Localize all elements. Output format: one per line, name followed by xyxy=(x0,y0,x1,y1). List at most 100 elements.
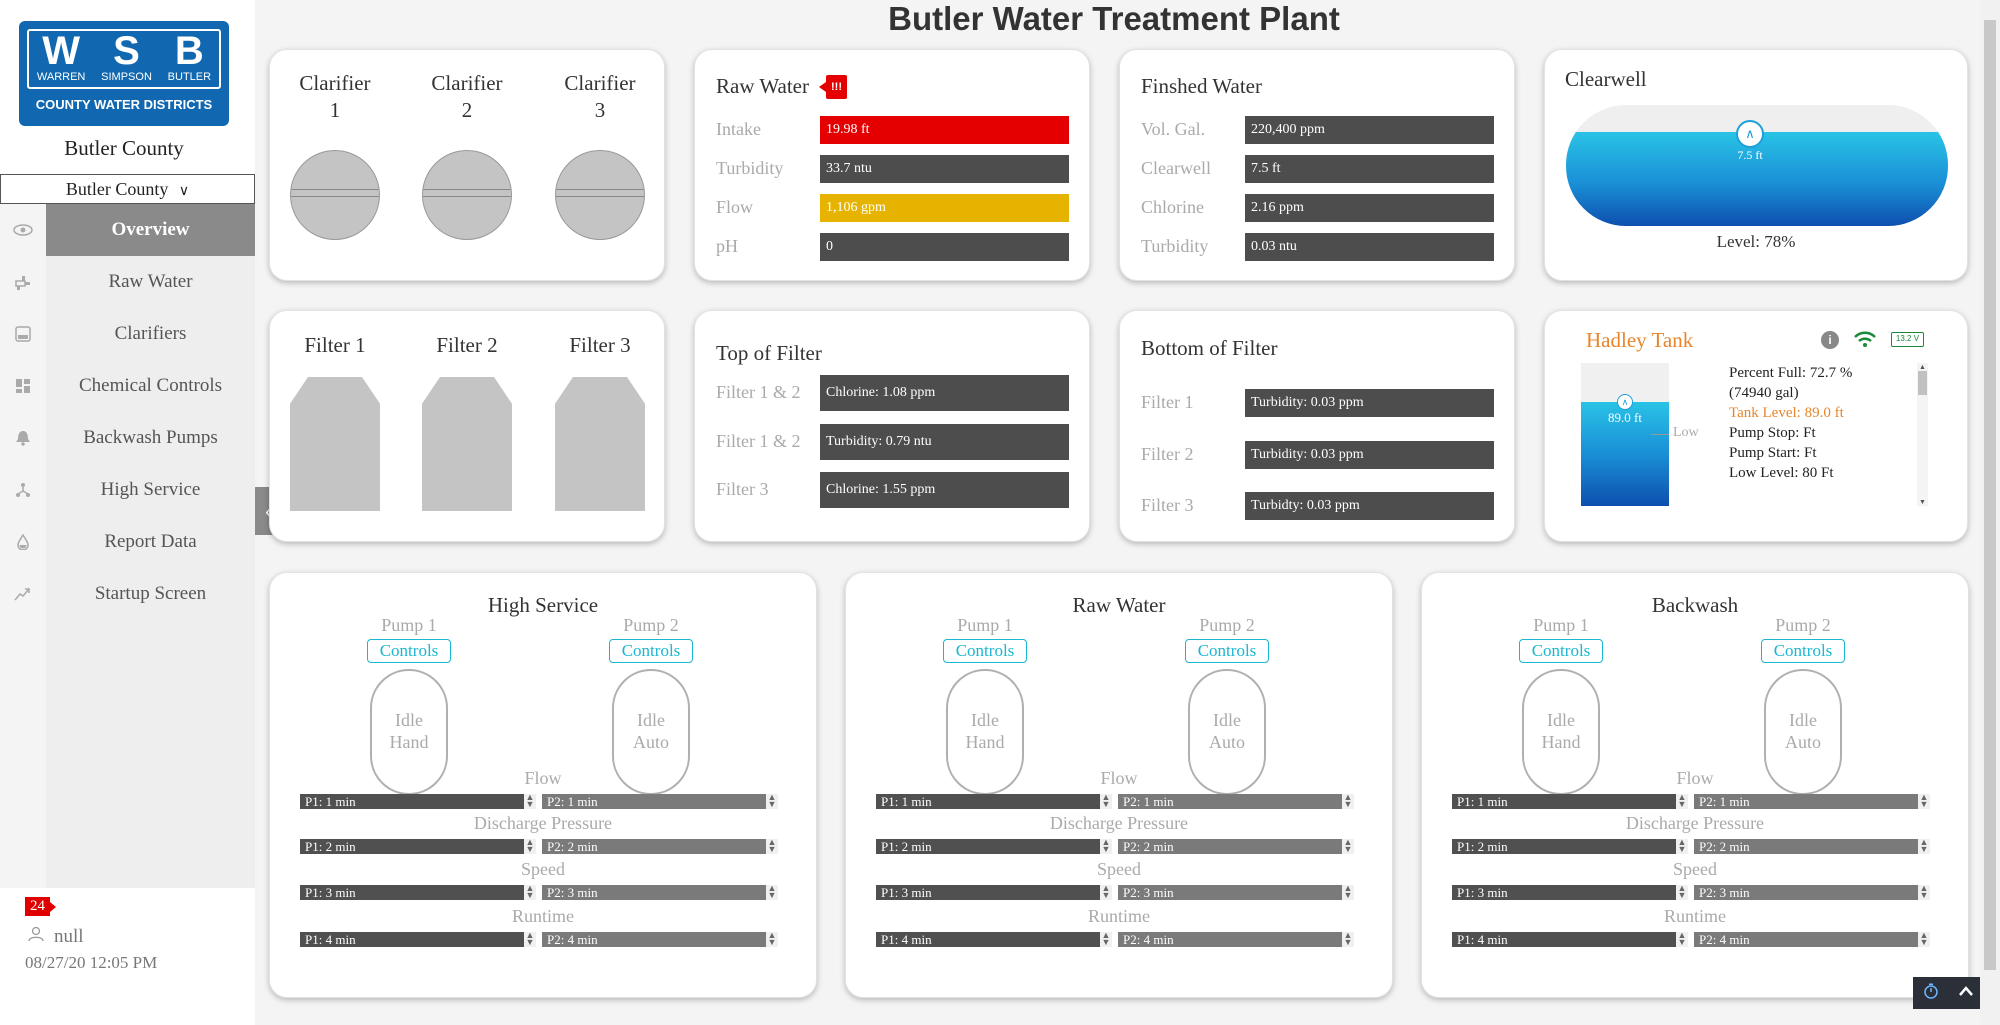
sidebar-item-clarifiers[interactable]: Clarifiers xyxy=(0,308,255,360)
p2-select[interactable]: P2: 4 min xyxy=(1694,932,1918,947)
clarifier-title: Clarifier xyxy=(431,71,503,95)
p1-spinner-icon[interactable]: ▲ ▼ xyxy=(524,793,536,809)
sidebar-item-label: Raw Water xyxy=(46,256,255,308)
pump-1-controls-button[interactable]: Controls xyxy=(1519,639,1603,663)
pump-1-controls-button[interactable]: Controls xyxy=(943,639,1027,663)
p1-spinner-icon[interactable]: ▲ ▼ xyxy=(524,931,536,947)
p1-spinner-icon[interactable]: ▲ ▼ xyxy=(524,838,536,854)
pump-1-controls-button[interactable]: Controls xyxy=(367,639,451,663)
p2-spinner-icon[interactable]: ▲ ▼ xyxy=(1918,793,1930,809)
p2-spinner-icon[interactable]: ▲ ▼ xyxy=(766,931,778,947)
sidebar-item-chemical-controls[interactable]: Chemical Controls xyxy=(0,360,255,412)
p2-select[interactable]: P2: 2 min xyxy=(542,839,766,854)
p2-select[interactable]: P2: 4 min xyxy=(542,932,766,947)
scroll-down-arrow[interactable]: ▼ xyxy=(1917,498,1928,506)
p1-spinner-icon[interactable]: ▲ ▼ xyxy=(1100,884,1112,900)
p2-spinner-icon[interactable]: ▲ ▼ xyxy=(766,838,778,854)
info-icon[interactable]: i xyxy=(1821,331,1839,349)
user-name: null xyxy=(54,926,84,947)
p1-select[interactable]: P1: 1 min xyxy=(876,794,1100,809)
p2-spinner-icon[interactable]: ▲ ▼ xyxy=(1342,838,1354,854)
fin-vol-row: Vol. Gal. 220,400 ppm xyxy=(1120,116,1514,144)
alert-badge-tip xyxy=(819,82,826,92)
metric-value: 220,400 ppm xyxy=(1245,116,1494,144)
p2-select[interactable]: P2: 4 min xyxy=(1118,932,1342,947)
p2-spinner-icon[interactable]: ▲ ▼ xyxy=(1342,884,1354,900)
p1-spinner-icon[interactable]: ▲ ▼ xyxy=(1100,931,1112,947)
pump-2-controls-button[interactable]: Controls xyxy=(609,639,693,663)
p2-spinner-icon[interactable]: ▲ ▼ xyxy=(766,884,778,900)
p1-select[interactable]: P1: 2 min xyxy=(876,839,1100,854)
p1-spinner-icon[interactable]: ▲ ▼ xyxy=(1100,838,1112,854)
p2-spinner-icon[interactable]: ▲ ▼ xyxy=(766,793,778,809)
notification-badge[interactable]: 24 xyxy=(25,897,56,916)
user-row: null xyxy=(28,926,84,948)
p2-select[interactable]: P2: 1 min xyxy=(1694,794,1918,809)
p2-select[interactable]: P2: 3 min xyxy=(1694,885,1918,900)
p1-select[interactable]: P1: 3 min xyxy=(300,885,524,900)
pump-status-line: Idle xyxy=(1789,710,1817,730)
p2-select[interactable]: P2: 1 min xyxy=(542,794,766,809)
filter-2-graphic[interactable] xyxy=(422,377,512,511)
p1-select[interactable]: P1: 2 min xyxy=(300,839,524,854)
p2-select[interactable]: P2: 1 min xyxy=(1118,794,1342,809)
page-scroll-thumb[interactable] xyxy=(1984,20,1996,970)
finished-water-title: Finshed Water xyxy=(1141,74,1262,98)
p1-spinner-icon[interactable]: ▲ ▼ xyxy=(1676,838,1688,854)
sidebar-item-startup-screen[interactable]: Startup Screen xyxy=(0,568,255,620)
sidebar-item-overview[interactable]: Overview xyxy=(0,204,255,256)
pump-2-controls-button[interactable]: Controls xyxy=(1761,639,1845,663)
metric-value: 19.98 ft xyxy=(820,116,1069,144)
sidebar-item-high-service[interactable]: High Service xyxy=(0,464,255,516)
scroll-up-arrow[interactable]: ▲ xyxy=(1917,363,1928,371)
hadley-details-list[interactable]: Percent Full: 72.7 % (74940 gal) Tank Le… xyxy=(1729,363,1919,506)
p1-select[interactable]: P1: 4 min xyxy=(876,932,1100,947)
p1-spinner-icon[interactable]: ▲ ▼ xyxy=(524,884,536,900)
p2-select[interactable]: P2: 2 min xyxy=(1118,839,1342,854)
p1-select[interactable]: P1: 3 min xyxy=(876,885,1100,900)
timer-icon[interactable] xyxy=(1923,983,1939,1004)
chevron-up-icon[interactable] xyxy=(1958,984,1974,1002)
p1-select[interactable]: P1: 1 min xyxy=(1452,794,1676,809)
scroll-thumb[interactable] xyxy=(1918,371,1927,395)
p1-select[interactable]: P1: 1 min xyxy=(300,794,524,809)
sidebar-item-report-data[interactable]: Report Data xyxy=(0,516,255,568)
county-select[interactable]: Butler County ∨ xyxy=(0,174,255,204)
pump-2-controls-button[interactable]: Controls xyxy=(1185,639,1269,663)
p1-select[interactable]: P1: 4 min xyxy=(300,932,524,947)
filter-1-graphic[interactable] xyxy=(290,377,380,511)
p2-spinner-icon[interactable]: ▲ ▼ xyxy=(1918,931,1930,947)
p1-spinner-icon[interactable]: ▲ ▼ xyxy=(1676,793,1688,809)
user-icon xyxy=(28,926,44,948)
p2-spinner-icon[interactable]: ▲ ▼ xyxy=(1918,838,1930,854)
pump-mode-line: Auto xyxy=(633,732,669,752)
p2-spinner-icon[interactable]: ▲ ▼ xyxy=(1342,931,1354,947)
p1-select[interactable]: P1: 4 min xyxy=(1452,932,1676,947)
fin-turbidity-row: Turbidity 0.03 ntu xyxy=(1120,233,1514,261)
clarifier-1-graphic[interactable] xyxy=(290,150,380,240)
page-scrollbar[interactable] xyxy=(1980,0,2000,1025)
metric-label: Filter 3 xyxy=(1141,495,1194,515)
clarifier-number: 1 xyxy=(329,98,341,122)
sidebar-item-raw-water[interactable]: Raw Water xyxy=(0,256,255,308)
p2-spinner-icon[interactable]: ▲ ▼ xyxy=(1342,793,1354,809)
p2-spinner-icon[interactable]: ▲ ▼ xyxy=(1918,884,1930,900)
sidebar-item-backwash-pumps[interactable]: Backwash Pumps xyxy=(0,412,255,464)
metric-label: Filter 1 & 2 xyxy=(716,431,801,451)
p1-spinner-icon[interactable]: ▲ ▼ xyxy=(1100,793,1112,809)
hadley-scrollbar[interactable]: ▲ ▼ xyxy=(1917,363,1928,506)
raw-turbidity-row: Turbidity 33.7 ntu xyxy=(695,155,1089,183)
p1-spinner-icon[interactable]: ▲ ▼ xyxy=(1676,884,1688,900)
p1-select[interactable]: P1: 3 min xyxy=(1452,885,1676,900)
logo-name-simpson: SIMPSON xyxy=(101,71,152,83)
p2-select[interactable]: P2: 3 min xyxy=(542,885,766,900)
filter-3-graphic[interactable] xyxy=(555,377,645,511)
p1-select[interactable]: P1: 2 min xyxy=(1452,839,1676,854)
p2-select[interactable]: P2: 2 min xyxy=(1694,839,1918,854)
clarifier-2-graphic[interactable] xyxy=(422,150,512,240)
p2-select[interactable]: P2: 3 min xyxy=(1118,885,1342,900)
clarifier-3-graphic[interactable] xyxy=(555,150,645,240)
alert-badge[interactable]: !!! xyxy=(826,75,847,99)
p1-spinner-icon[interactable]: ▲ ▼ xyxy=(1676,931,1688,947)
pump-card: Raw Water Pump 1 Pump 2 Controls Control… xyxy=(845,572,1393,998)
